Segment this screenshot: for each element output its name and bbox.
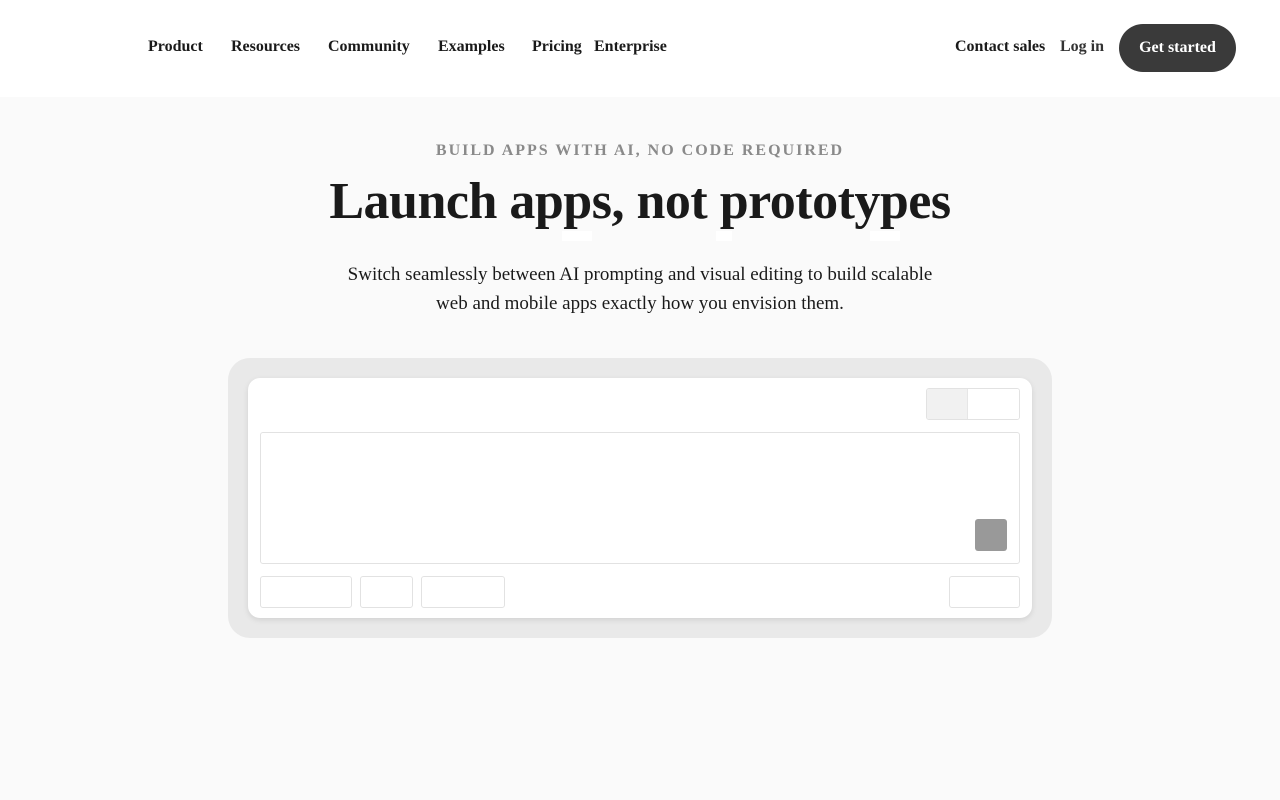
send-prompt-button[interactable] — [975, 519, 1007, 551]
contact-sales-link[interactable]: Contact sales — [955, 37, 1045, 57]
mode-toggle-option[interactable] — [927, 389, 968, 419]
option-chip[interactable] — [360, 576, 413, 608]
hero-subheading-line: web and mobile apps exactly how you envi… — [436, 293, 844, 314]
nav-link-product[interactable]: Product — [148, 37, 203, 57]
hero-subheading-line: Switch seamlessly between AI prompting a… — [347, 264, 933, 285]
headline-mask — [716, 231, 732, 241]
nav-link-examples[interactable]: Examples — [438, 37, 505, 57]
option-chip[interactable] — [949, 576, 1020, 608]
log-in-link[interactable]: Log in — [1060, 37, 1104, 57]
nav-link-community[interactable]: Community — [328, 37, 410, 57]
nav-link-enterprise[interactable]: Enterprise — [594, 37, 667, 57]
hero-headline: Launch apps, not prototypes — [329, 173, 951, 230]
headline-mask — [562, 231, 592, 241]
top-navigation: Product Resources Community Examples Pri… — [0, 0, 1280, 97]
get-started-button[interactable]: Get started — [1119, 24, 1236, 72]
mode-toggle[interactable] — [926, 388, 1020, 420]
headline-mask — [870, 231, 900, 241]
option-chip[interactable] — [421, 576, 505, 608]
option-chip[interactable] — [260, 576, 352, 608]
nav-link-pricing[interactable]: Pricing — [532, 37, 582, 57]
mode-toggle-option[interactable] — [968, 389, 1019, 419]
nav-link-resources[interactable]: Resources — [231, 37, 300, 57]
hero-eyebrow: BUILD APPS WITH AI, NO CODE REQUIRED — [435, 142, 845, 159]
hero-subheading: Switch seamlessly between AI prompting a… — [320, 260, 960, 318]
prompt-input[interactable] — [260, 432, 1020, 564]
